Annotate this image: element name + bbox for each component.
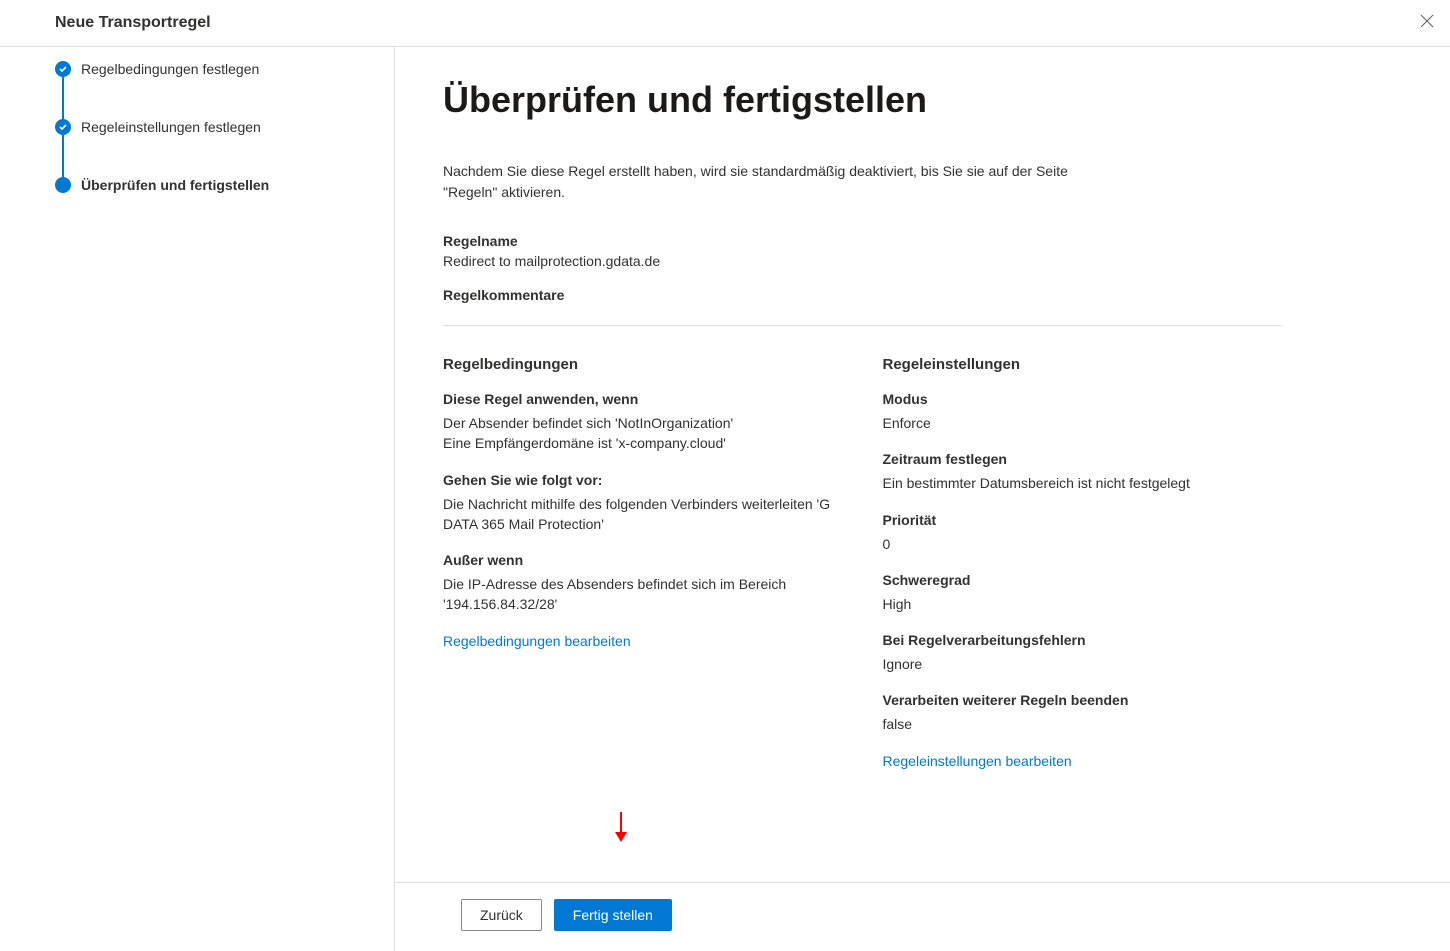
conditions-header: Regelbedingungen bbox=[443, 356, 843, 373]
rule-name-label: Regelname bbox=[443, 233, 1282, 249]
dialog-header: Neue Transportregel bbox=[0, 0, 1450, 47]
period-label: Zeitraum festlegen bbox=[883, 451, 1283, 467]
footer-buttons: Zurück Fertig stellen bbox=[395, 882, 1450, 951]
do-following-text: Die Nachricht mithilfe des folgenden Ver… bbox=[443, 494, 843, 535]
page-title: Überprüfen und fertigstellen bbox=[443, 79, 1282, 121]
edit-settings-link[interactable]: Regeleinstellungen bearbeiten bbox=[883, 753, 1283, 769]
apply-when-label: Diese Regel anwenden, wenn bbox=[443, 391, 843, 407]
step-connector bbox=[62, 135, 64, 177]
checkmark-icon bbox=[55, 119, 71, 135]
back-button[interactable]: Zurück bbox=[461, 899, 542, 931]
mode-label: Modus bbox=[883, 391, 1283, 407]
step-connector bbox=[62, 77, 64, 119]
wizard-step-settings[interactable]: Regeleinstellungen festlegen bbox=[55, 119, 374, 177]
divider bbox=[443, 325, 1282, 326]
step-label: Regelbedingungen festlegen bbox=[81, 61, 259, 77]
dialog-title: Neue Transportregel bbox=[55, 14, 211, 32]
severity-value: High bbox=[883, 594, 1283, 614]
wizard-step-conditions[interactable]: Regelbedingungen festlegen bbox=[55, 61, 374, 119]
severity-label: Schweregrad bbox=[883, 572, 1283, 588]
settings-column: Regeleinstellungen Modus Enforce Zeitrau… bbox=[883, 356, 1283, 769]
except-when-text: Die IP-Adresse des Absenders befindet si… bbox=[443, 574, 843, 615]
errors-value: Ignore bbox=[883, 654, 1283, 674]
rule-name-value: Redirect to mailprotection.gdata.de bbox=[443, 253, 1282, 269]
conditions-column: Regelbedingungen Diese Regel anwenden, w… bbox=[443, 356, 843, 769]
do-following-label: Gehen Sie wie folgt vor: bbox=[443, 472, 843, 488]
settings-header: Regeleinstellungen bbox=[883, 356, 1283, 373]
page-description: Nachdem Sie diese Regel erstellt haben, … bbox=[443, 161, 1123, 203]
close-icon[interactable] bbox=[1416, 10, 1438, 36]
mode-value: Enforce bbox=[883, 413, 1283, 433]
current-step-icon bbox=[55, 177, 71, 193]
checkmark-icon bbox=[55, 61, 71, 77]
apply-when-text: Der Absender befindet sich 'NotInOrganiz… bbox=[443, 413, 843, 454]
edit-conditions-link[interactable]: Regelbedingungen bearbeiten bbox=[443, 633, 843, 649]
step-label: Überprüfen und fertigstellen bbox=[81, 177, 269, 193]
wizard-step-review[interactable]: Überprüfen und fertigstellen bbox=[55, 177, 374, 193]
priority-label: Priorität bbox=[883, 512, 1283, 528]
stop-processing-label: Verarbeiten weiterer Regeln beenden bbox=[883, 692, 1283, 708]
step-label: Regeleinstellungen festlegen bbox=[81, 119, 261, 135]
except-when-label: Außer wenn bbox=[443, 552, 843, 568]
priority-value: 0 bbox=[883, 534, 1283, 554]
content-scroll: Überprüfen und fertigstellen Nachdem Sie… bbox=[395, 47, 1450, 882]
summary-columns: Regelbedingungen Diese Regel anwenden, w… bbox=[443, 356, 1282, 769]
finish-button[interactable]: Fertig stellen bbox=[554, 899, 672, 931]
stop-processing-value: false bbox=[883, 714, 1283, 734]
rule-comment-label: Regelkommentare bbox=[443, 287, 1282, 303]
period-value: Ein bestimmter Datumsbereich ist nicht f… bbox=[883, 473, 1283, 493]
main-panel: Überprüfen und fertigstellen Nachdem Sie… bbox=[395, 47, 1450, 951]
errors-label: Bei Regelverarbeitungsfehlern bbox=[883, 632, 1283, 648]
dialog-body: Regelbedingungen festlegen Regeleinstell… bbox=[0, 47, 1450, 951]
wizard-sidebar: Regelbedingungen festlegen Regeleinstell… bbox=[0, 47, 395, 951]
